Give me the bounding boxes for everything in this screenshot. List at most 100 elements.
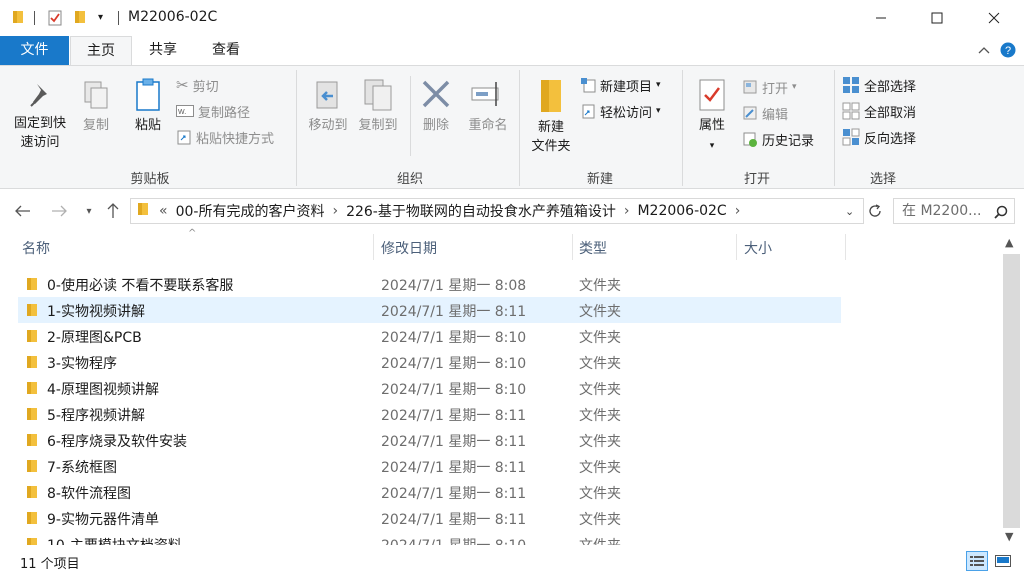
new-item-icon [581,78,596,93]
group-label-new: 新建 [586,172,613,187]
address-history-button[interactable]: ⌄ [845,205,854,218]
scroll-down-arrow-icon[interactable]: ▼ [1005,530,1013,543]
back-button[interactable] [12,200,34,222]
select-none-button[interactable]: 全部取消 [842,100,916,122]
cut-button[interactable]: ✂ 剪切 [176,74,219,96]
file-type: 文件夹 [579,460,621,476]
rename-button[interactable]: 重命名 [462,78,514,135]
table-row[interactable]: 6-程序烧录及软件安装 2024/7/1 星期一 8:11 文件夹 [18,427,841,453]
table-row[interactable]: 5-程序视频讲解 2024/7/1 星期一 8:11 文件夹 [18,401,841,427]
table-row[interactable]: 9-实物元器件清单 2024/7/1 星期一 8:11 文件夹 [18,505,841,531]
search-box[interactable]: 在 M2200... [893,198,1015,224]
column-divider[interactable] [845,234,846,260]
scrollbar-thumb[interactable] [1003,254,1020,528]
search-input[interactable]: 在 M2200... [902,203,982,219]
copy-button[interactable]: 复制 [78,80,114,135]
new-folder-button[interactable]: 新建 文件夹 [526,78,576,156]
column-divider[interactable] [736,234,737,260]
divider [34,11,35,25]
table-row[interactable]: 10-主要模块文档资料 2024/7/1 星期一 8:10 文件夹 [18,531,841,545]
select-all-label: 全部选择 [864,79,917,95]
breadcrumb-item[interactable]: 226-基于物联网的自动投食水产养殖箱设计 [346,201,616,221]
forward-button[interactable] [48,200,70,222]
arrow-left-icon [15,205,30,217]
file-type: 文件夹 [579,434,621,450]
properties-check-icon[interactable] [48,10,62,30]
details-view-button[interactable] [966,551,988,571]
tab-file[interactable]: 文件 [0,36,69,65]
copy-to-button[interactable]: 复制到 [354,78,402,135]
minimize-ribbon-button[interactable] [974,40,994,60]
tab-share[interactable]: 共享 [135,36,191,65]
tab-view[interactable]: 查看 [198,36,254,65]
file-type: 文件夹 [579,330,621,346]
easy-access-label: 轻松访问 [600,105,653,121]
large-icons-view-button[interactable] [992,551,1014,571]
vertical-scrollbar[interactable]: ▲ ▼ [1000,232,1024,548]
column-divider[interactable] [373,234,374,260]
paste-button[interactable]: 粘贴 [128,78,168,135]
table-row[interactable]: 1-实物视频讲解 2024/7/1 星期一 8:11 文件夹 [18,297,841,323]
file-modified: 2024/7/1 星期一 8:11 [381,434,527,450]
close-button[interactable] [971,0,1017,36]
column-header-name[interactable]: 名称 [22,238,50,258]
table-row[interactable]: 4-原理图视频讲解 2024/7/1 星期一 8:10 文件夹 [18,375,841,401]
column-header-size[interactable]: 大小 [744,238,772,258]
properties-button[interactable]: 属性 ▾ [690,78,734,156]
breadcrumb-item[interactable]: M22006-02C [637,203,726,219]
file-type: 文件夹 [579,278,621,294]
address-bar[interactable]: « 00-所有完成的客户资料 › 226-基于物联网的自动投食水产养殖箱设计 ›… [130,198,864,224]
table-row[interactable]: 0-使用必读 不看不要联系客服 2024/7/1 星期一 8:08 文件夹 [18,271,841,297]
breadcrumb-item[interactable]: 00-所有完成的客户资料 [176,201,325,221]
table-row[interactable]: 3-实物程序 2024/7/1 星期一 8:10 文件夹 [18,349,841,375]
file-type: 文件夹 [579,382,621,398]
invert-selection-button[interactable]: 反向选择 [842,126,916,148]
new-item-button[interactable]: 新建项目 ▾ [580,74,661,96]
history-button[interactable]: 历史记录 [742,128,814,150]
file-type: 文件夹 [579,356,621,372]
new-folder-label-line1: 新建 [537,120,564,135]
column-divider[interactable] [572,234,573,260]
customize-quick-access-icon[interactable]: ▾ [98,12,103,23]
open-icon [743,80,757,94]
invert-selection-icon [842,128,860,146]
tab-home[interactable]: 主页 [70,36,132,65]
delete-button[interactable]: 删除 [416,78,456,135]
window-title: M22006-02C [128,9,218,25]
breadcrumb-overflow[interactable]: « [159,203,168,219]
table-row[interactable]: 7-系统框图 2024/7/1 星期一 8:11 文件夹 [18,453,841,479]
refresh-button[interactable] [864,200,886,222]
file-modified: 2024/7/1 星期一 8:10 [381,382,527,398]
pin-to-quick-access-button[interactable]: 固定到快 速访问 [8,80,72,152]
edit-button[interactable]: 编辑 [742,102,788,124]
table-row[interactable]: 8-软件流程图 2024/7/1 星期一 8:11 文件夹 [18,479,841,505]
new-folder-icon[interactable] [74,10,86,28]
chevron-right-icon[interactable]: › [332,203,338,219]
file-modified: 2024/7/1 星期一 8:10 [381,330,527,346]
move-to-button[interactable]: 移动到 [304,78,352,135]
file-modified: 2024/7/1 星期一 8:11 [381,512,527,528]
help-icon: ? [1000,42,1016,58]
up-button[interactable] [102,200,124,222]
help-button[interactable]: ? [998,40,1018,60]
column-header-modified[interactable]: 修改日期 [381,238,437,258]
file-modified: 2024/7/1 星期一 8:11 [381,408,527,424]
file-type: 文件夹 [579,512,621,528]
scroll-up-arrow-icon[interactable]: ▲ [1005,236,1013,249]
chevron-right-icon[interactable]: › [624,203,630,219]
new-folder-label-line2: 文件夹 [531,139,571,154]
column-header-type[interactable]: 类型 [579,238,607,258]
maximize-button[interactable] [914,0,960,36]
table-row[interactable]: 2-原理图&PCB 2024/7/1 星期一 8:10 文件夹 [18,323,841,349]
folder-icon [27,512,37,524]
copy-path-button[interactable]: W. 复制路径 [176,100,250,122]
status-bar: 11 个项目 [0,548,1024,576]
open-button[interactable]: 打开 ▾ [742,76,797,98]
select-all-button[interactable]: 全部选择 [842,74,916,96]
minimize-button[interactable] [858,0,904,36]
copy-label: 复制 [82,118,109,133]
easy-access-button[interactable]: 轻松访问 ▾ [580,100,661,122]
recent-locations-button[interactable]: ▾ [78,200,100,222]
chevron-right-icon[interactable]: › [735,203,741,219]
paste-shortcut-button[interactable]: 粘贴快捷方式 [176,126,274,148]
